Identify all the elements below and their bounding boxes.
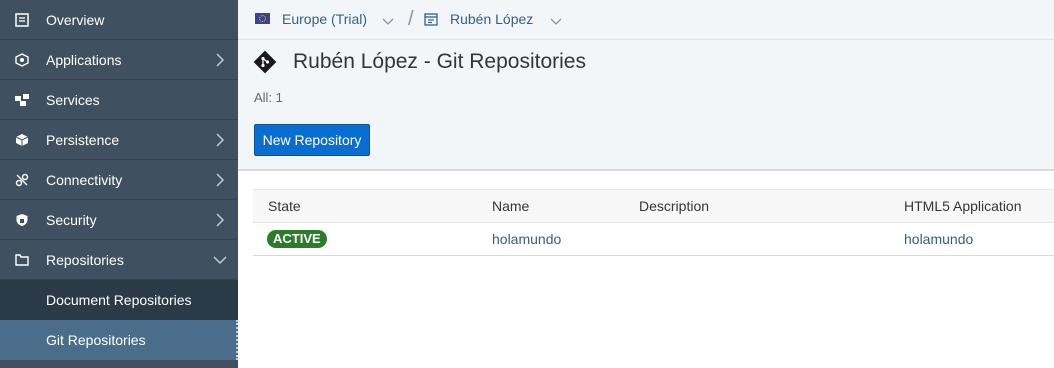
connectivity-icon [14,172,30,188]
repositories-icon [14,252,30,268]
sidebar-item-connectivity[interactable]: Connectivity [0,160,238,200]
sidebar-subitem-label: Document Repositories [46,292,192,308]
chevron-right-icon[interactable] [212,212,228,228]
repository-name-link[interactable]: holamundo [492,231,561,247]
column-header-description[interactable]: Description [639,198,709,214]
sidebar-subitem-label: Git Repositories [46,332,146,348]
sidebar-item-label: Security [46,212,97,228]
git-icon [253,50,277,79]
column-header-state[interactable]: State [268,198,301,214]
persistence-icon [14,132,30,148]
chevron-right-icon[interactable] [212,52,228,68]
sidebar-item-repositories[interactable]: Repositories [0,240,238,280]
new-repository-button[interactable]: New Repository [254,124,370,156]
html5-application-link[interactable]: holamundo [904,231,973,247]
sidebar-item-label: Persistence [46,132,120,148]
sidebar-item-label: Repositories [46,252,124,268]
chevron-down-icon[interactable] [550,14,562,32]
chevron-down-icon[interactable] [212,252,228,268]
repositories-table: State Name Description HTML5 Application… [253,189,1054,256]
table-header-row: State Name Description HTML5 Application [253,190,1054,223]
repository-count: All: 1 [254,90,283,105]
page-header: Rubén López - Git Repositories All: 1 Ne… [238,40,1054,171]
account-icon [424,12,438,31]
shield-icon [14,212,30,228]
sidebar-subitem-git-repositories[interactable]: Git Repositories [0,320,238,360]
sidebar-item-label: Connectivity [46,172,123,188]
chevron-right-icon[interactable] [212,132,228,148]
breadcrumb: Europe (Trial) / Rubén López [238,0,1054,40]
sidebar-item-label: Overview [46,12,105,28]
table-row[interactable]: ACTIVE holamundo holamundo [253,223,1054,255]
column-header-html5-application[interactable]: HTML5 Application [904,198,1022,214]
sidebar-subitem-document-repositories[interactable]: Document Repositories [0,280,238,320]
applications-icon [14,52,30,68]
main-content: Europe (Trial) / Rubén López Rubén López… [238,0,1054,368]
sidebar-item-overview[interactable]: Overview [0,0,238,40]
eu-flag-icon [255,13,270,24]
sidebar-item-label: Services [46,92,100,108]
overview-icon [14,12,30,28]
sidebar-item-security[interactable]: Security [0,200,238,240]
services-icon [14,92,30,108]
status-badge: ACTIVE [267,230,327,248]
sidebar: Overview Applications Services Persisten… [0,0,238,368]
sidebar-item-applications[interactable]: Applications [0,40,238,80]
chevron-down-icon[interactable] [382,14,394,32]
chevron-right-icon[interactable] [212,172,228,188]
breadcrumb-region[interactable]: Europe (Trial) [282,10,367,28]
sidebar-footer [0,360,238,368]
column-header-name[interactable]: Name [492,198,529,214]
page-title: Rubén López - Git Repositories [293,50,586,73]
breadcrumb-account[interactable]: Rubén López [450,10,533,28]
breadcrumb-separator: / [408,8,414,30]
sidebar-item-services[interactable]: Services [0,80,238,120]
sidebar-item-label: Applications [46,52,122,68]
sidebar-item-persistence[interactable]: Persistence [0,120,238,160]
